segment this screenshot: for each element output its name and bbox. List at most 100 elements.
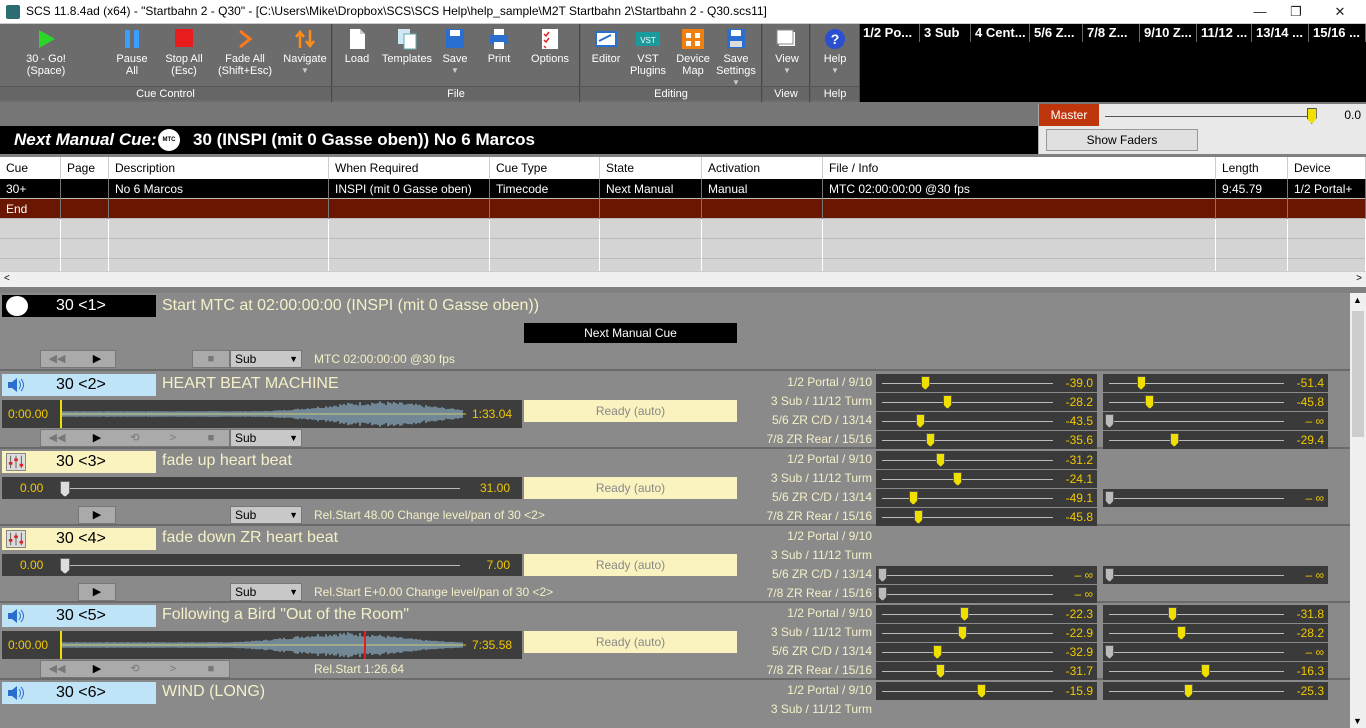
grid-header-4[interactable]: Cue Type xyxy=(490,157,600,179)
device-level-fader[interactable]: -49.1 xyxy=(876,489,1097,507)
scroll-down-icon[interactable]: ▼ xyxy=(1353,716,1362,726)
device-level-fader[interactable]: – ∞ xyxy=(1103,643,1328,661)
scroll-left-icon[interactable]: < xyxy=(4,273,10,284)
device-level-fader[interactable]: – ∞ xyxy=(1103,566,1328,584)
device-level-fader[interactable]: -28.2 xyxy=(1103,624,1328,642)
fader-knob[interactable] xyxy=(1169,433,1179,447)
print-button[interactable]: Print xyxy=(481,26,517,65)
fader-knob[interactable] xyxy=(1168,607,1177,621)
fader-knob[interactable] xyxy=(878,587,887,601)
device-level-fader[interactable]: -45.8 xyxy=(1103,393,1328,411)
fader-knob[interactable] xyxy=(932,645,942,659)
tab-sub-6[interactable]: 11/12 ... xyxy=(1198,24,1252,42)
fader-knob[interactable] xyxy=(1136,376,1146,390)
device-level-fader[interactable]: -29.4 xyxy=(1103,431,1328,449)
table-row[interactable]: End xyxy=(0,199,1366,219)
scroll-thumb[interactable] xyxy=(1352,311,1364,437)
device-level-fader[interactable]: -51.4 xyxy=(1103,374,1328,392)
pause-all-button[interactable]: Pause All xyxy=(110,26,154,77)
tab-sub-7[interactable]: 13/14 ... xyxy=(1253,24,1309,42)
maximize-button[interactable]: ❐ xyxy=(1276,2,1316,22)
editor-button[interactable]: Editor xyxy=(585,26,627,65)
fader-knob[interactable] xyxy=(1105,568,1114,582)
fader-knob[interactable] xyxy=(913,510,923,524)
scroll-up-icon[interactable]: ▲ xyxy=(1353,295,1362,305)
device-level-fader[interactable]: -39.0 xyxy=(876,374,1097,392)
stop-all-button[interactable]: Stop All (Esc) xyxy=(162,26,206,77)
tab-sub-4[interactable]: 7/8 Z... xyxy=(1084,24,1140,42)
grid-header-2[interactable]: Description xyxy=(109,157,329,179)
tab-sub-5[interactable]: 9/10 Z... xyxy=(1141,24,1197,42)
tab-sub-8[interactable]: 15/16 ... xyxy=(1310,24,1366,42)
navigate-button[interactable]: Navigate ▼ xyxy=(280,26,330,77)
view-button[interactable]: View ▼ xyxy=(769,26,805,77)
device-level-fader[interactable]: – ∞ xyxy=(876,585,1097,603)
vertical-scrollbar[interactable]: ▲ ▼ xyxy=(1350,293,1366,728)
device-level-fader[interactable]: -22.3 xyxy=(876,605,1097,623)
device-level-fader[interactable]: -31.7 xyxy=(876,662,1097,680)
device-level-fader[interactable]: -45.8 xyxy=(876,508,1097,526)
fader-knob[interactable] xyxy=(958,626,968,640)
device-level-fader[interactable]: -22.9 xyxy=(876,624,1097,642)
grid-header-8[interactable]: Length xyxy=(1216,157,1288,179)
fader-knob[interactable] xyxy=(936,453,946,467)
table-row[interactable] xyxy=(0,219,1366,239)
device-level-fader[interactable]: -31.8 xyxy=(1103,605,1328,623)
minimize-button[interactable]: — xyxy=(1240,2,1280,22)
vst-plugins-button[interactable]: VST VST Plugins xyxy=(629,26,667,77)
device-level-fader[interactable]: -31.2 xyxy=(876,451,1097,469)
device-level-fader[interactable]: -35.6 xyxy=(876,431,1097,449)
device-level-fader[interactable]: -24.1 xyxy=(876,470,1097,488)
rewind-icon[interactable]: ◀◀ xyxy=(43,351,71,367)
fader-knob[interactable] xyxy=(1183,684,1193,698)
fader-knob[interactable] xyxy=(915,414,925,428)
horizontal-scrollbar[interactable]: < > xyxy=(0,271,1366,287)
device-map-button[interactable]: Device Map xyxy=(673,26,713,77)
grid-header-5[interactable]: State xyxy=(600,157,702,179)
fader-knob[interactable] xyxy=(1176,626,1186,640)
save-settings-button[interactable]: Save Settings ▼ xyxy=(713,26,759,89)
device-level-fader[interactable]: -15.9 xyxy=(876,682,1097,700)
fader-knob[interactable] xyxy=(908,491,918,505)
table-row[interactable]: 30+ No 6 Marcos INSPI (mit 0 Gasse oben) Ti… xyxy=(0,179,1366,199)
device-level-fader[interactable]: – ∞ xyxy=(876,566,1097,584)
master-fader-knob[interactable] xyxy=(1306,108,1317,124)
table-row[interactable] xyxy=(0,239,1366,259)
grid-header-9[interactable]: Device xyxy=(1288,157,1366,179)
device-level-fader[interactable]: – ∞ xyxy=(1103,489,1328,507)
fader-knob[interactable] xyxy=(1105,645,1114,659)
fader-knob[interactable] xyxy=(977,684,987,698)
fader-knob[interactable] xyxy=(1105,491,1114,505)
load-button[interactable]: Load xyxy=(339,26,375,65)
fader-knob[interactable] xyxy=(1105,414,1114,428)
device-level-fader[interactable]: -28.2 xyxy=(876,393,1097,411)
tab-sub-2[interactable]: 4 Cent... xyxy=(972,24,1030,42)
fader-knob[interactable] xyxy=(925,433,935,447)
fader-knob[interactable] xyxy=(920,376,930,390)
tab-sub-0[interactable]: 1/2 Po... xyxy=(860,24,920,42)
fader-knob[interactable] xyxy=(878,568,887,582)
go-button[interactable]: 30 - Go! (Space) xyxy=(8,26,84,77)
device-level-fader[interactable]: -43.5 xyxy=(876,412,1097,430)
save-button[interactable]: Save ▼ xyxy=(439,26,471,77)
device-level-fader[interactable]: -32.9 xyxy=(876,643,1097,661)
fade-all-button[interactable]: Fade All (Shift+Esc) xyxy=(214,26,276,77)
grid-header-0[interactable]: Cue xyxy=(0,157,61,179)
device-level-fader[interactable]: -25.3 xyxy=(1103,682,1328,700)
stop-icon[interactable]: ■ xyxy=(197,351,225,367)
grid-header-6[interactable]: Activation xyxy=(702,157,823,179)
master-fader[interactable]: 0.0 xyxy=(1103,106,1365,126)
fader-knob[interactable] xyxy=(1201,664,1211,678)
scroll-right-icon[interactable]: > xyxy=(1356,273,1362,284)
play-icon[interactable]: ▶ xyxy=(83,351,111,367)
tab-sub-3[interactable]: 5/6 Z... xyxy=(1031,24,1083,42)
help-button[interactable]: ? Help ▼ xyxy=(817,26,853,77)
tab-sub-1[interactable]: 3 Sub xyxy=(921,24,971,42)
fader-knob[interactable] xyxy=(960,607,970,621)
grid-header-1[interactable]: Page xyxy=(61,157,109,179)
fader-knob[interactable] xyxy=(1145,395,1155,409)
fader-knob[interactable] xyxy=(936,664,946,678)
show-faders-button[interactable]: Show Faders xyxy=(1046,129,1198,151)
grid-header-7[interactable]: File / Info xyxy=(823,157,1216,179)
fader-knob[interactable] xyxy=(942,395,952,409)
